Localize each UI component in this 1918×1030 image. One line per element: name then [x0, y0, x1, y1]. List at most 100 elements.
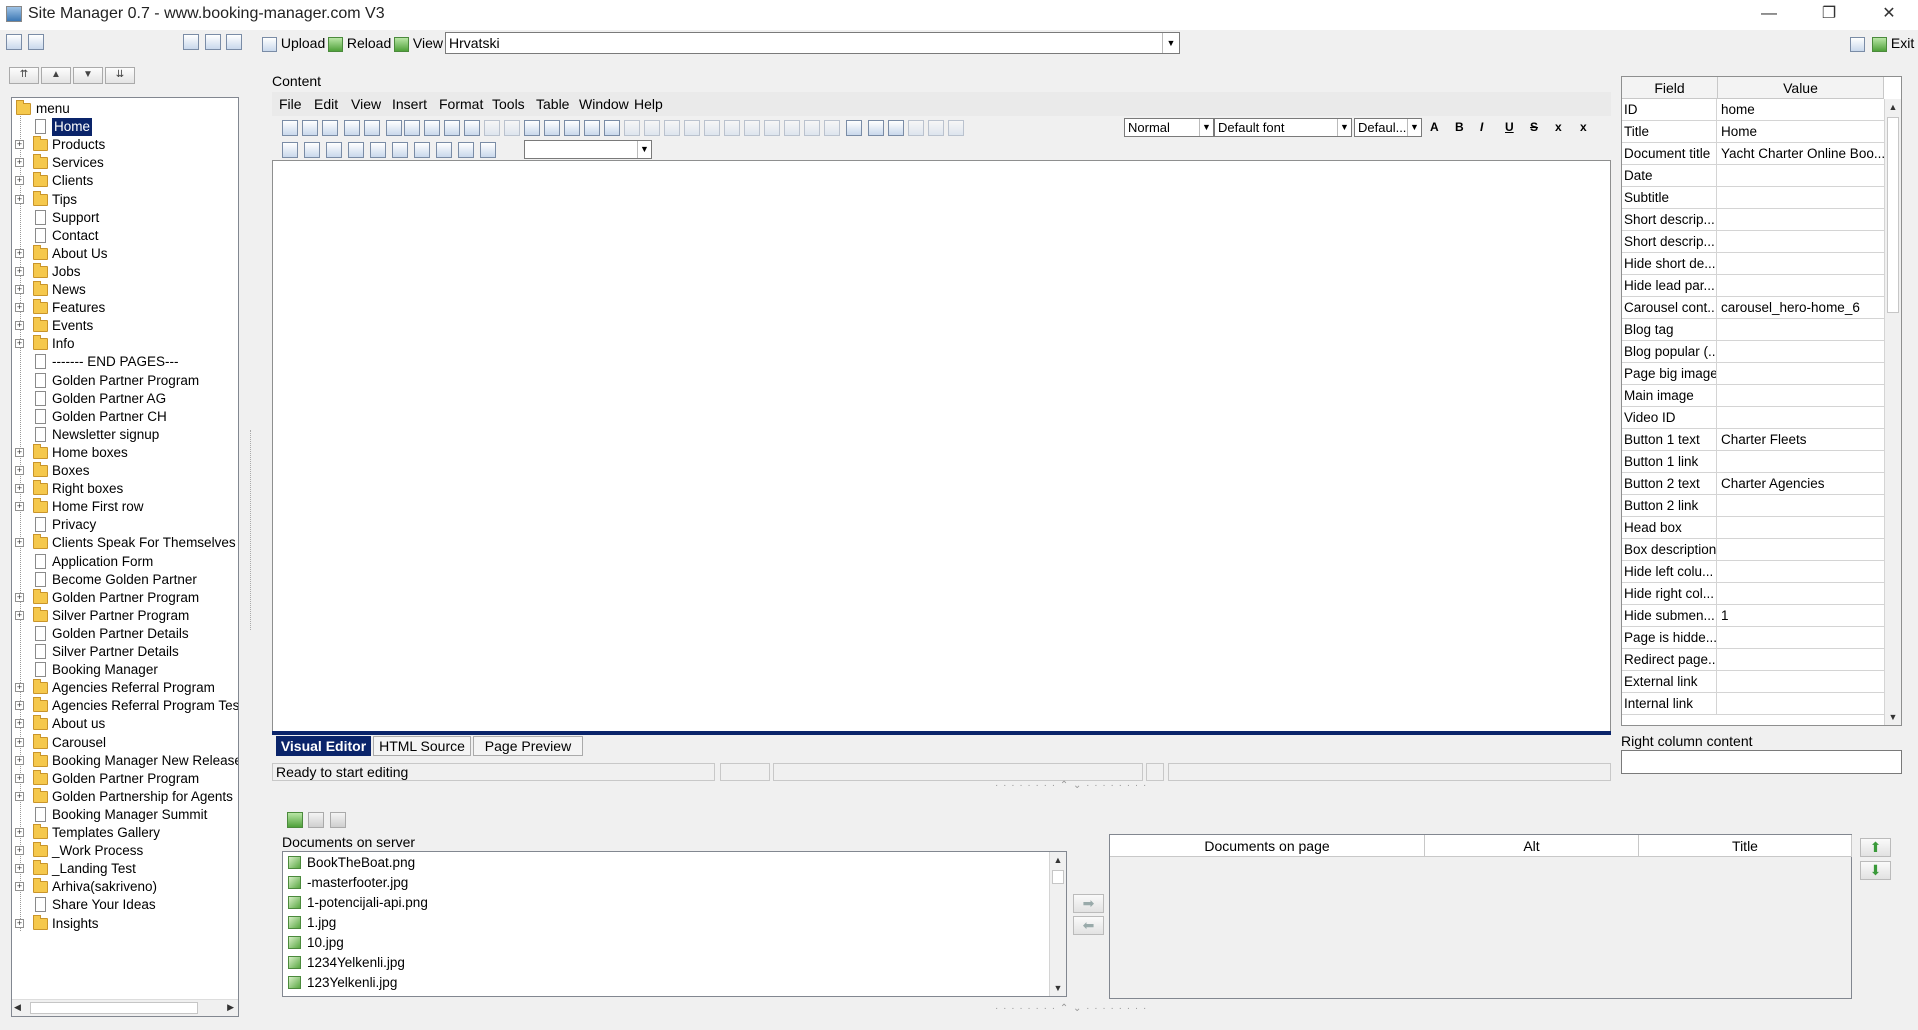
property-row[interactable]: Title Home — [1622, 121, 1884, 143]
alt-header[interactable]: Alt — [1425, 835, 1639, 857]
expand-icon[interactable]: + — [15, 285, 24, 294]
property-row[interactable]: Hide right col... — [1622, 583, 1884, 605]
table-b-icon[interactable] — [644, 120, 660, 136]
docs-scroll-down-arrow[interactable]: ▼ — [1050, 980, 1066, 996]
property-row[interactable]: Carousel cont... carousel_hero-home_6 — [1622, 297, 1884, 319]
property-row[interactable]: Button 2 text Charter Agencies — [1622, 473, 1884, 495]
expand-icon[interactable]: + — [15, 466, 24, 475]
move-top-button[interactable]: ⇈ — [9, 67, 39, 84]
menu-table[interactable]: Table — [536, 94, 579, 114]
spell-icon[interactable] — [564, 120, 580, 136]
property-row[interactable]: Document title Yacht Charter Online Boo..… — [1622, 143, 1884, 165]
copy-icon[interactable] — [183, 34, 199, 50]
expand-icon[interactable]: + — [15, 321, 24, 331]
tab-page-preview[interactable]: Page Preview — [473, 736, 583, 756]
server-document-row[interactable]: 1234Yelkenli.jpg — [288, 953, 405, 973]
expand-icon[interactable]: + — [15, 719, 24, 729]
right-column-input[interactable] — [1621, 750, 1902, 774]
menu-insert[interactable]: Insert — [392, 94, 439, 114]
server-document-row[interactable]: 1.jpg — [288, 913, 336, 933]
server-document-row[interactable]: 10.jpg — [288, 933, 344, 953]
horizontal-splitter[interactable]: · · · · · · · · ⌃ ⌄ · · · · · · · · — [995, 780, 1147, 791]
superscript-icon[interactable]: x — [1580, 120, 1587, 134]
tab-visual-editor[interactable]: Visual Editor — [276, 736, 371, 756]
table-f-icon[interactable] — [724, 120, 740, 136]
expand-icon[interactable]: + — [15, 737, 24, 747]
editor-body[interactable] — [272, 160, 1611, 733]
outdent-icon[interactable] — [370, 142, 386, 158]
property-row[interactable]: Redirect page... — [1622, 649, 1884, 671]
value-column-header[interactable]: Value — [1718, 77, 1884, 99]
size-chevron-icon[interactable]: ▼ — [1407, 119, 1421, 136]
format-select[interactable]: Normal ▼ — [1124, 118, 1214, 137]
property-value[interactable]: Yacht Charter Online Boo... — [1719, 143, 1884, 164]
expand-icon[interactable]: + — [15, 755, 24, 765]
replace-icon[interactable] — [544, 120, 560, 136]
expand-icon[interactable]: + — [15, 846, 24, 856]
expand-icon[interactable]: + — [15, 864, 24, 874]
menu-view[interactable]: View — [351, 94, 392, 114]
property-row[interactable]: External link — [1622, 671, 1884, 693]
expand-icon[interactable]: + — [15, 140, 24, 150]
sum-icon[interactable] — [464, 120, 480, 136]
style-select[interactable]: ▼ — [524, 140, 652, 159]
font-chevron-icon[interactable]: ▼ — [1337, 119, 1351, 136]
property-row[interactable]: Blog tag — [1622, 319, 1884, 341]
add-document-icon[interactable] — [287, 812, 303, 828]
expand-icon[interactable]: + — [15, 683, 24, 693]
property-grid-scroll-thumb[interactable] — [1887, 117, 1899, 313]
expand-icon[interactable]: + — [15, 502, 24, 512]
tree-scroll-thumb[interactable] — [30, 1002, 198, 1014]
indent-icon[interactable] — [392, 142, 408, 158]
scroll-left-arrow[interactable]: ◀ — [14, 1002, 21, 1013]
ellipse-icon[interactable] — [928, 120, 944, 136]
scroll-down-arrow[interactable]: ▼ — [1885, 709, 1901, 725]
documents-on-server-list[interactable]: BookTheBoat.png -masterfooter.jpg 1-potenc… — [282, 851, 1067, 997]
expand-icon[interactable]: + — [15, 266, 24, 276]
upload-button[interactable]: Upload — [262, 33, 325, 53]
zoom-in-icon[interactable] — [868, 120, 884, 136]
property-grid[interactable]: Field Value ID home Title Home Document titl… — [1621, 76, 1902, 726]
delete-page-icon[interactable] — [28, 34, 44, 50]
close-button[interactable]: ✕ — [1866, 0, 1912, 30]
expand-icon[interactable]: + — [15, 248, 24, 258]
property-row[interactable]: Page big image — [1622, 363, 1884, 385]
table-a-icon[interactable] — [624, 120, 640, 136]
expand-icon[interactable]: + — [15, 158, 24, 168]
property-row[interactable]: Short descrip... — [1622, 231, 1884, 253]
move-bottom-button[interactable]: ⇊ — [105, 67, 135, 84]
expand-icon[interactable]: + — [15, 610, 24, 620]
expand-icon[interactable]: + — [15, 918, 24, 928]
documents-on-page-header[interactable]: Documents on page — [1110, 835, 1425, 857]
documents-on-page-table[interactable]: Documents on page Alt Title — [1109, 834, 1852, 999]
move-doc-up-button[interactable]: ⬆ — [1860, 838, 1891, 857]
title-header[interactable]: Title — [1639, 835, 1852, 857]
reload-button[interactable]: Reload — [328, 33, 391, 53]
unordered-list-icon[interactable] — [436, 142, 452, 158]
font-select[interactable]: Default font ▼ — [1214, 118, 1352, 137]
image-icon[interactable] — [444, 120, 460, 136]
property-row[interactable]: Box description — [1622, 539, 1884, 561]
size-select[interactable]: Defaul... ▼ — [1354, 118, 1422, 137]
property-value[interactable]: Home — [1719, 121, 1884, 142]
property-value[interactable]: carousel_hero-home_6 — [1719, 297, 1884, 318]
documents-scrollbar[interactable]: ▲ ▼ — [1049, 852, 1066, 996]
cut-icon[interactable] — [386, 120, 402, 136]
property-row[interactable]: Button 1 link — [1622, 451, 1884, 473]
move-up-button[interactable]: ▲ — [41, 67, 71, 84]
expand-icon[interactable]: + — [15, 592, 24, 602]
justify-icon[interactable] — [348, 142, 364, 158]
link-icon[interactable] — [458, 142, 474, 158]
expand-icon[interactable]: + — [15, 176, 24, 186]
bottom-splitter[interactable]: · · · · · · · · ⌃ ⌄ · · · · · · · · — [995, 1003, 1147, 1014]
paste-icon[interactable] — [226, 34, 242, 50]
property-row[interactable]: Head box — [1622, 517, 1884, 539]
menu-help[interactable]: Help — [634, 94, 674, 114]
delete-document-icon[interactable] — [330, 812, 346, 828]
bold-icon[interactable]: B — [1455, 120, 1464, 134]
find-icon[interactable] — [524, 120, 540, 136]
clean-icon[interactable] — [584, 120, 600, 136]
poly-icon[interactable] — [948, 120, 964, 136]
table-j-icon[interactable] — [804, 120, 820, 136]
save-icon[interactable] — [322, 120, 338, 136]
